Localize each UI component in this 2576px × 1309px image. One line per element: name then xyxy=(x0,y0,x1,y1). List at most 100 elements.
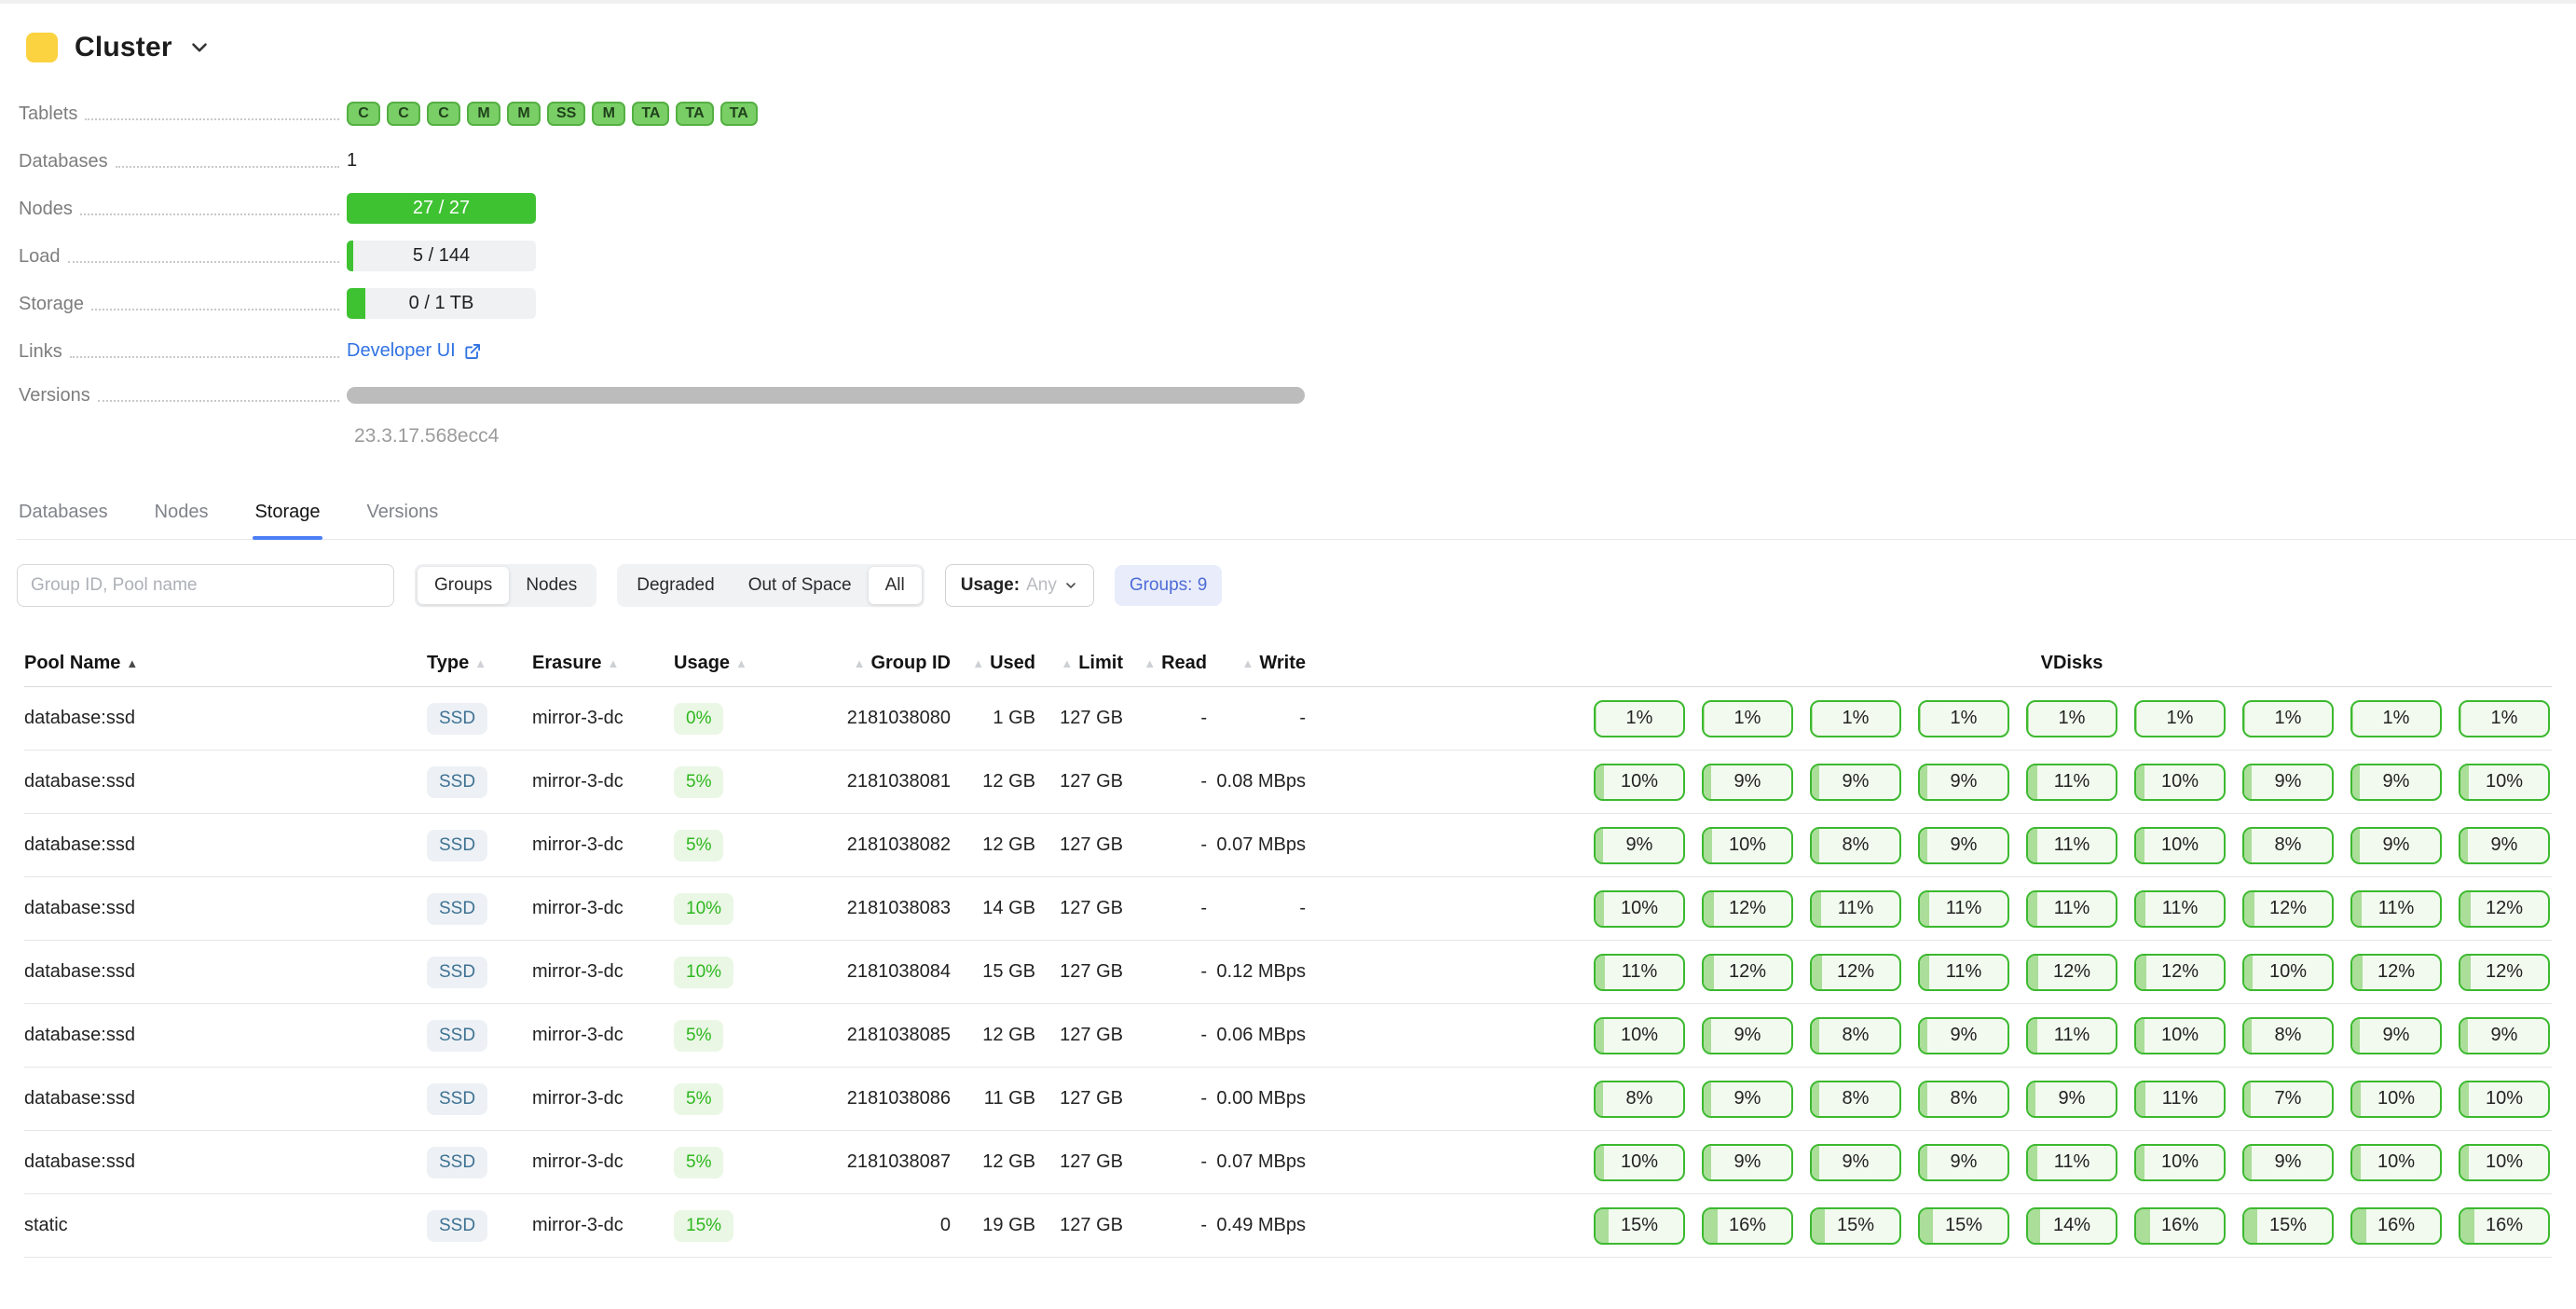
vdisk-badge[interactable]: 1% xyxy=(1918,700,2009,737)
vdisk-badge[interactable]: 10% xyxy=(1594,1017,1685,1054)
tab-nodes[interactable]: Nodes xyxy=(153,502,211,539)
tablet-state-badge[interactable]: TA xyxy=(720,102,758,126)
vdisk-badge[interactable]: 11% xyxy=(2026,890,2117,928)
vdisk-badge[interactable]: 1% xyxy=(2242,700,2334,737)
vdisk-badge[interactable]: 11% xyxy=(2026,1144,2117,1181)
vdisk-badge[interactable]: 9% xyxy=(2242,764,2334,801)
vdisk-badge[interactable]: 9% xyxy=(2459,1017,2550,1054)
vdisk-badge[interactable]: 11% xyxy=(2026,764,2117,801)
vdisk-badge[interactable]: 9% xyxy=(1702,1081,1793,1118)
entity-option-nodes[interactable]: Nodes xyxy=(509,567,594,604)
tablet-state-badge[interactable]: C xyxy=(347,102,380,126)
vdisk-badge[interactable]: 8% xyxy=(2242,1017,2334,1054)
vdisk-badge[interactable]: 9% xyxy=(1810,1144,1901,1181)
vdisk-badge[interactable]: 1% xyxy=(2459,700,2550,737)
vdisk-badge[interactable]: 15% xyxy=(1918,1207,2009,1245)
vdisk-badge[interactable]: 10% xyxy=(1702,827,1793,864)
state-option-degraded[interactable]: Degraded xyxy=(620,567,731,604)
tab-versions[interactable]: Versions xyxy=(365,502,441,539)
vdisk-badge[interactable]: 10% xyxy=(1594,1144,1685,1181)
column-header-write[interactable]: ▲Write xyxy=(1207,653,1306,674)
vdisk-badge[interactable]: 10% xyxy=(2350,1144,2442,1181)
vdisk-badge[interactable]: 11% xyxy=(2350,890,2442,928)
vdisk-badge[interactable]: 12% xyxy=(1702,890,1793,928)
vdisk-badge[interactable]: 8% xyxy=(2242,827,2334,864)
vdisk-badge[interactable]: 9% xyxy=(1918,1017,2009,1054)
search-input[interactable] xyxy=(17,564,394,607)
vdisk-badge[interactable]: 10% xyxy=(2134,827,2226,864)
column-header-read[interactable]: ▲Read xyxy=(1123,653,1207,674)
vdisk-badge[interactable]: 9% xyxy=(2350,764,2442,801)
vdisk-badge[interactable]: 12% xyxy=(1810,954,1901,991)
vdisk-badge[interactable]: 15% xyxy=(1594,1207,1685,1245)
vdisk-badge[interactable]: 1% xyxy=(1810,700,1901,737)
vdisk-badge[interactable]: 15% xyxy=(1810,1207,1901,1245)
vdisk-badge[interactable]: 12% xyxy=(2134,954,2226,991)
vdisk-badge[interactable]: 9% xyxy=(1918,764,2009,801)
column-header-type[interactable]: Type▲ xyxy=(419,653,520,674)
vdisk-badge[interactable]: 12% xyxy=(2242,890,2334,928)
vdisk-badge[interactable]: 9% xyxy=(1702,1144,1793,1181)
vdisk-badge[interactable]: 12% xyxy=(2026,954,2117,991)
vdisk-badge[interactable]: 10% xyxy=(2134,764,2226,801)
vdisk-badge[interactable]: 16% xyxy=(1702,1207,1793,1245)
vdisk-badge[interactable]: 9% xyxy=(2350,827,2442,864)
vdisk-badge[interactable]: 11% xyxy=(1918,954,2009,991)
vdisk-badge[interactable]: 9% xyxy=(1702,1017,1793,1054)
vdisk-badge[interactable]: 11% xyxy=(2134,890,2226,928)
vdisk-badge[interactable]: 15% xyxy=(2242,1207,2334,1245)
tablet-state-badge[interactable]: TA xyxy=(676,102,713,126)
vdisk-badge[interactable]: 1% xyxy=(2026,700,2117,737)
vdisk-badge[interactable]: 11% xyxy=(1918,890,2009,928)
vdisk-badge[interactable]: 8% xyxy=(1918,1081,2009,1118)
chevron-down-icon[interactable] xyxy=(187,35,212,60)
tablet-state-badge[interactable]: M xyxy=(507,102,541,126)
entity-option-groups[interactable]: Groups xyxy=(418,567,509,604)
column-header-erasure[interactable]: Erasure▲ xyxy=(520,653,655,674)
vdisk-badge[interactable]: 9% xyxy=(2459,827,2550,864)
vdisk-badge[interactable]: 8% xyxy=(1810,1017,1901,1054)
vdisk-badge[interactable]: 14% xyxy=(2026,1207,2117,1245)
vdisk-badge[interactable]: 12% xyxy=(2459,890,2550,928)
column-header-limit[interactable]: ▲Limit xyxy=(1035,653,1123,674)
vdisk-badge[interactable]: 10% xyxy=(2134,1144,2226,1181)
vdisk-badge[interactable]: 1% xyxy=(1702,700,1793,737)
state-option-all[interactable]: All xyxy=(869,567,922,604)
column-header-group_id[interactable]: ▲Group ID xyxy=(744,653,951,674)
vdisk-badge[interactable]: 9% xyxy=(2026,1081,2117,1118)
vdisk-badge[interactable]: 10% xyxy=(2350,1081,2442,1118)
vdisk-badge[interactable]: 8% xyxy=(1810,827,1901,864)
vdisk-badge[interactable]: 9% xyxy=(2242,1144,2334,1181)
vdisk-badge[interactable]: 12% xyxy=(2350,954,2442,991)
vdisk-badge[interactable]: 8% xyxy=(1594,1081,1685,1118)
column-header-pool[interactable]: Pool Name▲ xyxy=(24,653,419,674)
column-header-used[interactable]: ▲Used xyxy=(951,653,1035,674)
vdisk-badge[interactable]: 9% xyxy=(1594,827,1685,864)
vdisk-badge[interactable]: 12% xyxy=(2459,954,2550,991)
state-option-out-of-space[interactable]: Out of Space xyxy=(732,567,869,604)
vdisk-badge[interactable]: 8% xyxy=(1810,1081,1901,1118)
vdisk-badge[interactable]: 1% xyxy=(1594,700,1685,737)
tab-databases[interactable]: Databases xyxy=(17,502,110,539)
tablet-state-badge[interactable]: TA xyxy=(632,102,669,126)
vdisk-badge[interactable]: 11% xyxy=(2026,1017,2117,1054)
tablet-state-badge[interactable]: C xyxy=(427,102,460,126)
vdisk-badge[interactable]: 10% xyxy=(2134,1017,2226,1054)
vdisk-badge[interactable]: 16% xyxy=(2134,1207,2226,1245)
vdisk-badge[interactable]: 11% xyxy=(2026,827,2117,864)
vdisk-badge[interactable]: 9% xyxy=(1918,827,2009,864)
tablet-state-badge[interactable]: SS xyxy=(547,102,585,126)
column-header-usage[interactable]: Usage▲ xyxy=(655,653,744,674)
vdisk-badge[interactable]: 7% xyxy=(2242,1081,2334,1118)
vdisk-badge[interactable]: 10% xyxy=(2459,764,2550,801)
vdisk-badge[interactable]: 9% xyxy=(2350,1017,2442,1054)
vdisk-badge[interactable]: 1% xyxy=(2350,700,2442,737)
vdisk-badge[interactable]: 1% xyxy=(2134,700,2226,737)
vdisk-badge[interactable]: 9% xyxy=(1702,764,1793,801)
vdisk-badge[interactable]: 10% xyxy=(2242,954,2334,991)
tab-storage[interactable]: Storage xyxy=(253,502,322,539)
vdisk-badge[interactable]: 9% xyxy=(1918,1144,2009,1181)
vdisk-badge[interactable]: 11% xyxy=(2134,1081,2226,1118)
tablet-state-badge[interactable]: C xyxy=(387,102,420,126)
vdisk-badge[interactable]: 10% xyxy=(2459,1144,2550,1181)
